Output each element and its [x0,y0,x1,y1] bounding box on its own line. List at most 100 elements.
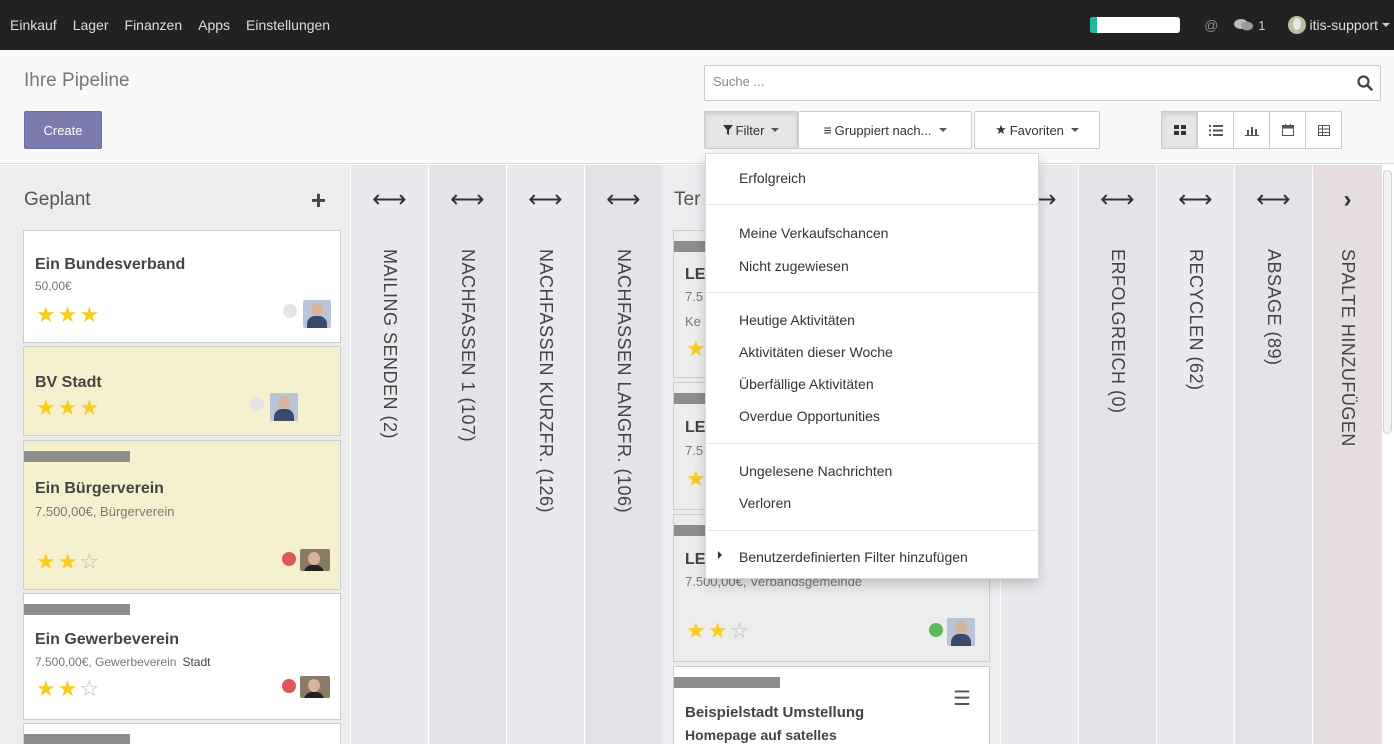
filter-option[interactable]: Überfällige Aktivitäten [739,376,874,392]
expand-arrows-icon[interactable]: ⟷ [429,188,506,212]
at-mention-icon[interactable]: @ [1204,17,1218,33]
card-amount: 7.500,00€, Gewerbeverein [35,655,177,669]
search-input[interactable] [713,74,1333,89]
filter-option[interactable]: Nicht zugewiesen [739,258,849,274]
menu-einstellungen[interactable]: Einstellungen [246,17,330,33]
card-title: LE [685,266,706,283]
menu-lager[interactable]: Lager [73,17,109,33]
color-bar [24,734,130,744]
folded-column[interactable]: ⟷ ABSAGE (89) [1234,165,1312,744]
priority-stars[interactable]: ★★☆ [36,678,101,700]
hamburger-menu-icon[interactable]: ☰ [953,689,971,709]
color-bar [24,604,130,615]
column-geplant: Geplant + Ein Bundesverband 50,00€ ★★★ B… [0,165,350,744]
favorites-button[interactable]: ★ Favoriten [974,111,1100,149]
kanban-card[interactable]: Ein Bundesverband 50,00€ ★★★ [23,230,341,343]
card-subtitle: Ke [685,314,701,329]
plus-icon[interactable]: + [311,187,326,213]
status-dot[interactable] [250,397,264,411]
priority-stars[interactable]: ★★☆ [686,620,751,642]
create-button[interactable]: Create [24,111,102,149]
kanban-view-icon[interactable] [1161,111,1198,149]
add-custom-filter[interactable]: Benutzerdefinierten Filter hinzufügen [739,549,968,565]
folded-column[interactable]: ⟷ NACHFASSEN LANGFR. (106) [584,165,662,744]
folded-column-title: RECYCLEN (62) [1186,249,1206,391]
card-subtitle: Homepage auf satelles [685,727,837,743]
caret-right-icon [718,551,722,559]
expand-arrows-icon[interactable]: ⟷ [507,188,584,212]
avatar [303,300,331,328]
kanban-card[interactable]: Ein Bürgerverein 7.500,00€, Bürgerverein… [23,440,341,590]
main-menu: Einkauf Lager Finanzen Apps Einstellunge… [0,0,346,50]
kanban-card[interactable]: BV Stadt ★★★ [23,346,341,436]
chat-button[interactable]: 1 [1234,18,1266,33]
divider [707,443,1039,444]
chevron-right-icon[interactable]: › [1313,188,1382,212]
folded-column-title: NACHFASSEN LANGFR. (106) [614,249,634,514]
filter-option[interactable]: Aktivitäten dieser Woche [739,344,893,360]
menu-einkauf[interactable]: Einkauf [10,17,57,33]
expand-arrows-icon[interactable]: ⟷ [585,188,662,212]
filter-label: Filter [735,122,765,138]
expand-arrows-icon[interactable]: ⟷ [351,188,428,212]
progress-fill [1090,17,1098,33]
card-title: BV Stadt [35,374,102,391]
kanban-board: Geplant + Ein Bundesverband 50,00€ ★★★ B… [0,165,1394,744]
folded-column[interactable]: ⟷ NACHFASSEN 1 (107) [428,165,506,744]
scrollbar[interactable] [1383,170,1392,434]
color-bar [674,677,780,688]
folded-column[interactable]: ⟷ RECYCLEN (62) [1156,165,1234,744]
folded-column-title: MAILING SENDEN (2) [380,249,400,440]
add-column[interactable]: › SPALTE HINZUFÜGEN [1312,165,1382,744]
avatar [947,618,975,646]
top-navbar: Einkauf Lager Finanzen Apps Einstellunge… [0,0,1394,50]
filter-dropdown: Erfolgreich Meine Verkaufschancen Nicht … [705,153,1039,579]
calendar-view-icon[interactable] [1269,111,1306,149]
priority-stars[interactable]: ★★★ [36,397,101,419]
filter-option[interactable]: Erfolgreich [739,170,806,186]
expand-arrows-icon[interactable]: ⟷ [1235,188,1312,212]
pivot-view-icon[interactable] [1305,111,1342,149]
kanban-card[interactable] [23,723,341,744]
card-title: Ein Gewerbeverein [35,631,180,648]
filter-option[interactable]: Meine Verkaufschancen [739,225,888,241]
folded-column[interactable]: ⟷ MAILING SENDEN (2) [350,165,428,744]
filter-button[interactable]: Filter [704,111,798,149]
card-title: LE [685,551,706,568]
chevron-down-icon [1382,23,1390,27]
group-by-button[interactable]: ≡ Gruppiert nach... [798,111,972,149]
card-tag: Stadt [182,655,211,669]
folded-column-title: ERFOLGREICH (0) [1108,249,1128,414]
menu-finanzen[interactable]: Finanzen [125,17,183,33]
user-menu[interactable]: itis-support [1287,16,1390,34]
filter-option[interactable]: Heutige Aktivitäten [739,312,855,328]
divider [707,292,1039,293]
filter-option[interactable]: Overdue Opportunities [739,408,880,424]
filter-option[interactable]: Ungelesene Nachrichten [739,463,892,479]
status-dot[interactable] [283,304,297,318]
progress-bar[interactable] [1090,17,1181,33]
page-title: Ihre Pipeline [24,70,130,91]
status-dot[interactable] [282,552,296,566]
menu-apps[interactable]: Apps [198,17,230,33]
navbar-right: @ 1 itis-support [1090,0,1394,50]
search-bar [704,65,1381,101]
folded-column[interactable]: ⟷ ERFOLGREICH (0) [1078,165,1156,744]
kanban-card[interactable]: ☰ Beispielstadt Umstellung Homepage auf … [673,666,990,744]
priority-stars[interactable]: ★★☆ [36,551,101,573]
status-dot[interactable] [929,623,943,637]
folded-column[interactable]: ⟷ NACHFASSEN KURZFR. (126) [506,165,584,744]
priority-stars[interactable]: ★★★ [36,304,101,326]
filter-option[interactable]: Verloren [739,495,791,511]
list-view-icon[interactable] [1197,111,1234,149]
search-icon[interactable] [1356,74,1374,92]
kanban-card[interactable]: Ein Gewerbeverein 7.500,00€, Gewerbevere… [23,593,341,720]
folded-column-title: ABSAGE (89) [1264,249,1284,366]
chevron-down-icon [771,128,780,132]
card-subtitle: 7.5 [685,289,704,304]
folded-column-title: NACHFASSEN 1 (107) [458,249,478,443]
expand-arrows-icon[interactable]: ⟷ [1079,188,1156,212]
expand-arrows-icon[interactable]: ⟷ [1157,188,1234,212]
status-dot[interactable] [282,679,296,693]
graph-view-icon[interactable] [1233,111,1270,149]
